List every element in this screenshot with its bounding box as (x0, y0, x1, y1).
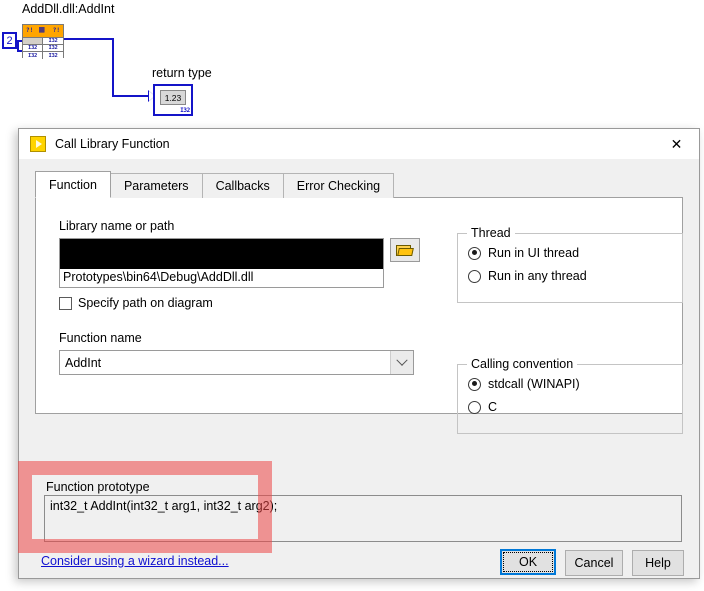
clfn-terminal-out-1: I32 (43, 45, 63, 52)
call-library-function-dialog: Call Library Function ✕ Function Paramet… (18, 128, 700, 579)
indicator-type-label: I32 (180, 107, 190, 114)
dialog-titlebar: Call Library Function ✕ (19, 129, 699, 159)
numeric-constant-2[interactable]: 2 (2, 32, 17, 49)
tab-error-checking[interactable]: Error Checking (282, 173, 395, 198)
clfn-node-label: AddDll.dll:AddInt (22, 2, 115, 16)
dialog-title: Call Library Function (55, 137, 170, 151)
function-name-combobox[interactable]: AddInt (59, 350, 414, 375)
function-prototype-label: Function prototype (46, 480, 150, 494)
radio-indicator (468, 246, 481, 260)
clfn-header-icon: ▦ (39, 25, 45, 35)
function-name-value: AddInt (65, 355, 102, 370)
radio-indicator (468, 377, 481, 391)
clfn-header-glyph-left: ?! (26, 27, 34, 34)
function-prototype-text: int32_t AddInt(int32_t arg1, int32_t arg… (44, 495, 682, 542)
chevron-down-icon[interactable] (390, 351, 413, 374)
radio-label: Run in any thread (488, 269, 587, 283)
labview-app-icon (30, 136, 46, 152)
wire-node-out-vertical (112, 38, 114, 97)
help-button-label: Help (645, 556, 671, 570)
radio-stdcall[interactable]: stdcall (WINAPI) (468, 377, 580, 391)
radio-run-in-any-thread[interactable]: Run in any thread (468, 269, 587, 283)
focus-ring (503, 552, 553, 572)
clfn-terminal-out-0: I32 (43, 38, 63, 45)
thread-group-title: Thread (467, 226, 515, 240)
help-button[interactable]: Help (632, 550, 684, 576)
function-name-label: Function name (59, 331, 142, 345)
checkbox-box (59, 296, 72, 310)
wizard-link[interactable]: Consider using a wizard instead... (41, 554, 229, 568)
tab-parameters[interactable]: Parameters (109, 173, 203, 198)
radio-label: stdcall (WINAPI) (488, 377, 580, 391)
library-path-label: Library name or path (59, 219, 175, 233)
thread-group: Thread Run in UI thread Run in any threa… (457, 226, 683, 303)
radio-label: C (488, 400, 498, 414)
wire-node-out-horizontal (64, 38, 113, 40)
radio-c-convention[interactable]: C (468, 400, 497, 414)
specify-path-label: Specify path on diagram (78, 296, 213, 310)
calling-convention-group: Calling convention stdcall (WINAPI) C (457, 357, 683, 434)
return-type-indicator-label: return type (152, 66, 212, 80)
library-path-value: Prototypes\bin64\Debug\AddDll.dll (63, 270, 254, 284)
clfn-terminal-out-2: I32 (43, 52, 63, 59)
ok-button[interactable]: OK (500, 549, 556, 575)
clfn-terminal-in-1: I32 (23, 45, 43, 52)
tab-callbacks[interactable]: Callbacks (201, 173, 284, 198)
folder-open-icon (396, 244, 414, 257)
return-type-indicator[interactable]: 1.23 I32 (153, 84, 193, 116)
calling-convention-group-title: Calling convention (467, 357, 578, 371)
radio-indicator (468, 269, 481, 283)
wire-to-indicator (112, 95, 152, 97)
close-icon[interactable]: ✕ (654, 129, 699, 159)
specify-path-on-diagram-checkbox[interactable]: Specify path on diagram (59, 296, 213, 310)
tab-strip: Function Parameters Callbacks Error Chec… (35, 171, 395, 198)
indicator-value: 1.23 (160, 90, 186, 105)
radio-label: Run in UI thread (488, 246, 580, 260)
call-library-function-node[interactable]: ?! ▦ ?! I32 I32 I32 I32 I32 (22, 24, 64, 59)
library-path-input[interactable]: Prototypes\bin64\Debug\AddDll.dll (59, 238, 384, 288)
clfn-terminal-in-0 (23, 38, 43, 45)
radio-run-in-ui-thread[interactable]: Run in UI thread (468, 246, 579, 260)
clfn-header-glyph-right: ?! (52, 27, 60, 34)
clfn-node-header: ?! ▦ ?! (23, 25, 63, 38)
cancel-button-label: Cancel (574, 556, 614, 570)
clfn-terminal-in-2: I32 (23, 52, 43, 59)
library-path-redacted-line (60, 239, 383, 269)
cancel-button[interactable]: Cancel (565, 550, 623, 576)
tab-function[interactable]: Function (35, 171, 111, 198)
browse-button[interactable] (390, 238, 420, 262)
clfn-terminal-grid: I32 I32 I32 I32 I32 (23, 38, 63, 59)
radio-indicator (468, 400, 481, 414)
